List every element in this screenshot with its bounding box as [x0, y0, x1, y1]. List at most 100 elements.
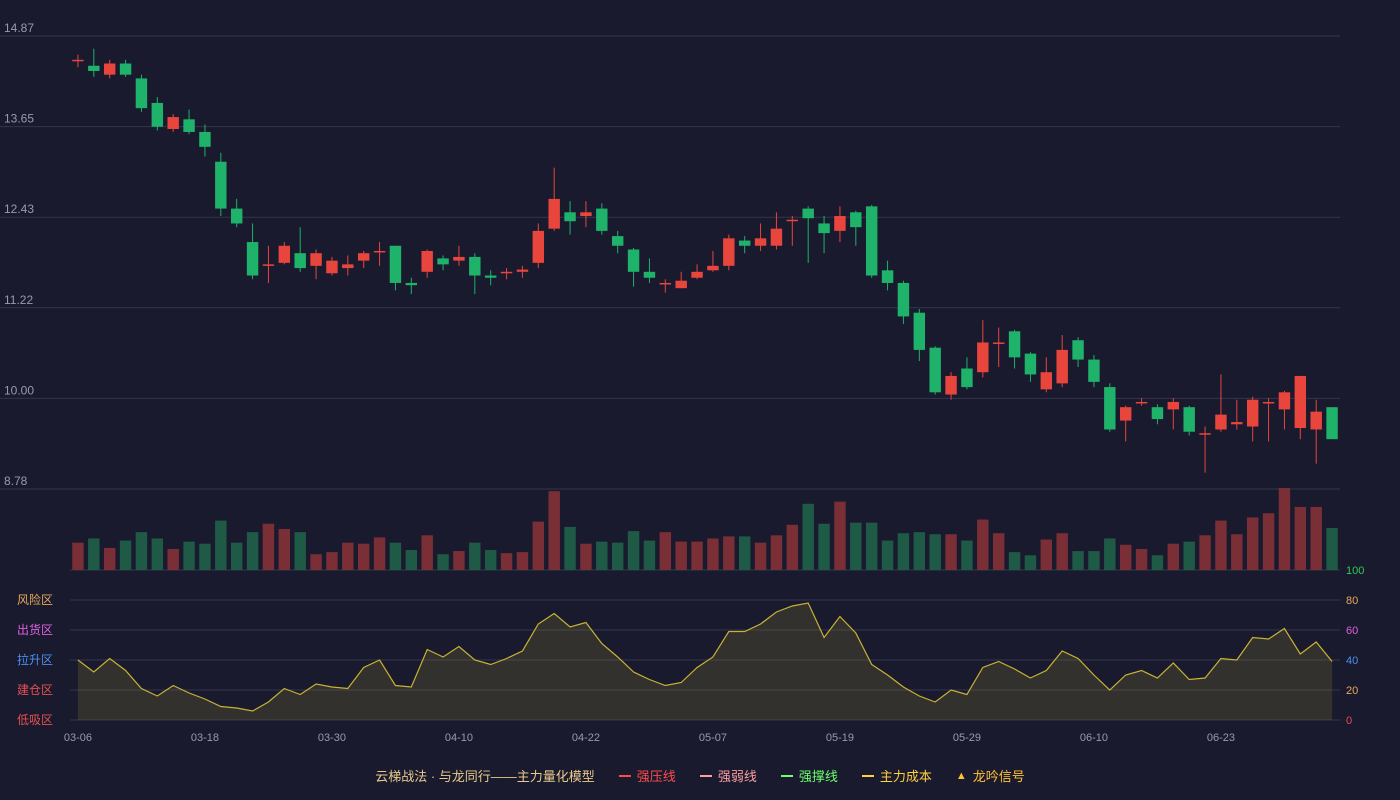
candle-body — [453, 256, 465, 261]
volume-bar — [516, 552, 529, 570]
volume-bar — [183, 541, 195, 570]
volume-bar — [723, 536, 735, 570]
price-tick-label: 11.22 — [4, 293, 33, 307]
candle-body — [262, 264, 275, 266]
legend-item-resistance-line[interactable]: 强压线 — [618, 766, 676, 785]
volume-bar — [373, 537, 386, 570]
x-tick-label: 03-18 — [191, 732, 219, 744]
legend-item-main-cost[interactable]: 主力成本 — [861, 766, 932, 785]
candle-body — [199, 131, 211, 147]
volume-bar — [421, 535, 433, 570]
zone-label: 拉升区 — [17, 652, 53, 667]
candle-body — [135, 78, 148, 109]
candle-body — [1215, 414, 1227, 430]
zone-label: 风险区 — [17, 592, 53, 607]
candle-body — [564, 212, 576, 222]
volume-bar — [691, 541, 703, 570]
x-tick-label: 05-29 — [953, 732, 981, 744]
candle-body — [1119, 407, 1132, 421]
pink-dashed-line-icon — [699, 774, 712, 777]
volume-bar — [596, 541, 608, 570]
x-tick-label: 05-19 — [826, 732, 854, 744]
oscillator-tick-label: 0 — [1346, 715, 1352, 727]
volume-bar — [1104, 538, 1116, 570]
candle-body — [580, 212, 592, 217]
candle-body — [675, 280, 687, 289]
volume-bar — [1310, 506, 1322, 570]
candle-body — [723, 238, 735, 266]
candle-body — [786, 219, 799, 222]
volume-bar — [818, 523, 830, 570]
x-tick-label: 03-06 — [64, 732, 92, 744]
candle-body — [230, 208, 243, 224]
candle-body — [643, 271, 656, 278]
candle-body — [88, 65, 100, 71]
legend-label: 强撑线 — [798, 769, 838, 784]
volume-bar — [1024, 555, 1037, 570]
volume-bar — [1167, 543, 1180, 570]
volume-bar — [357, 543, 370, 570]
volume-bar — [707, 538, 719, 570]
candle-body — [754, 238, 767, 246]
volume-bar — [532, 521, 545, 570]
candle-body — [897, 282, 910, 317]
triangle-up-icon: ▲ — [955, 769, 967, 782]
candle-body — [865, 206, 878, 276]
volume-bar — [1215, 520, 1227, 570]
oscillator-tick-label: 40 — [1346, 655, 1358, 667]
volume-bar — [405, 550, 418, 570]
volume-bar — [913, 532, 926, 570]
volume-bar — [437, 554, 449, 570]
candle-body — [1326, 407, 1338, 440]
legend-item-strength-line[interactable]: 强弱线 — [699, 766, 757, 785]
volume-bar — [1231, 534, 1243, 570]
legend-label: 强压线 — [636, 769, 676, 784]
candle-body — [1310, 411, 1322, 430]
volume-bar — [262, 523, 275, 570]
volume-bar — [770, 535, 783, 570]
candle-body — [929, 347, 941, 393]
candle-body — [1278, 392, 1291, 410]
legend-item-support-line[interactable]: 强撑线 — [780, 766, 838, 785]
volume-bar — [1072, 551, 1084, 570]
volume-bar — [961, 540, 973, 570]
volume-bar — [754, 542, 767, 570]
legend-item-dragon-signal[interactable]: ▲ 龙吟信号 — [956, 766, 1025, 785]
volume-bar — [1056, 533, 1068, 570]
volume-bar — [1008, 552, 1021, 570]
candle-body — [1135, 401, 1148, 404]
candle-body — [342, 264, 354, 269]
candle-body — [707, 265, 719, 271]
volume-bar — [580, 543, 592, 570]
volume-bar — [929, 534, 941, 570]
volume-bar — [500, 553, 513, 570]
candle-body — [548, 198, 560, 229]
volume-bar — [103, 547, 116, 570]
volume-bar — [135, 532, 148, 570]
volume-bar — [659, 532, 672, 570]
volume-bar — [881, 540, 894, 570]
candle-body — [119, 63, 132, 75]
candle-body — [627, 249, 640, 272]
candle-body — [151, 102, 164, 127]
volume-bar — [627, 531, 640, 570]
volume-bar — [469, 542, 481, 570]
volume-bar — [389, 542, 402, 570]
candle-body — [294, 253, 306, 269]
volume-bar — [1262, 513, 1275, 570]
oscillator-area — [77, 603, 1333, 720]
legend-label: 主力成本 — [879, 769, 932, 784]
volume-bar — [88, 538, 100, 570]
volume-bar — [230, 542, 243, 570]
candle-body — [1199, 433, 1211, 435]
x-tick-label: 03-30 — [318, 732, 346, 744]
price-tick-label: 8.78 — [4, 474, 28, 488]
volume-bar — [564, 526, 576, 570]
volume-bar — [643, 540, 656, 570]
zone-label: 低吸区 — [17, 713, 53, 727]
candle-body — [357, 253, 370, 261]
volume-bar — [834, 501, 846, 570]
oscillator-tick-label: 60 — [1346, 625, 1358, 637]
x-tick-label: 04-10 — [445, 732, 473, 744]
volume-bar — [151, 538, 164, 570]
